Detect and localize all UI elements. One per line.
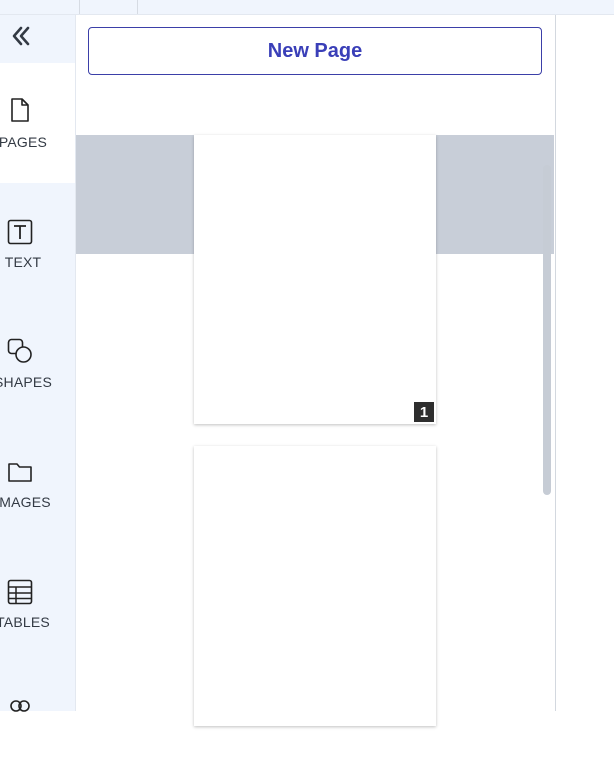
table-icon <box>7 579 33 605</box>
page-thumbnail[interactable] <box>194 446 436 726</box>
sidebar-item-label: PAGES <box>0 134 48 150</box>
sidebar-item-users[interactable] <box>0 663 75 783</box>
panel-scrollbar[interactable] <box>543 165 551 495</box>
collapse-sidebar-button[interactable] <box>8 23 34 49</box>
sidebar-item-label: TABLES <box>0 614 50 630</box>
shapes-icon <box>7 338 32 363</box>
top-toolbar-strip <box>0 0 614 15</box>
page-thumbnail[interactable]: 1 <box>194 135 436 424</box>
sidebar-item-text[interactable]: TEXT <box>0 183 75 303</box>
sidebar-item-shapes[interactable]: SHAPES <box>0 303 75 423</box>
page-number-badge: 1 <box>414 402 434 422</box>
sidebar-item-label: TEXT <box>4 254 42 270</box>
sidebar-item-pages[interactable]: PAGES <box>0 63 75 183</box>
sidebar-item-images[interactable]: IMAGES <box>0 423 75 543</box>
pages-panel: New Page 1 <box>76 15 554 726</box>
new-page-button[interactable]: New Page <box>88 27 542 75</box>
toolbar-divider <box>79 0 80 14</box>
page-icon <box>11 98 29 122</box>
users-icon <box>10 700 30 712</box>
double-chevron-left-icon <box>12 26 30 46</box>
folder-icon <box>8 463 32 482</box>
panel-divider <box>555 15 556 711</box>
left-sidebar: PAGES TEXT SHAPES IMAGES TABLES <box>0 15 76 712</box>
toolbar-divider <box>137 0 138 14</box>
sidebar-item-label: IMAGES <box>0 494 51 510</box>
sidebar-item-tables[interactable]: TABLES <box>0 543 75 663</box>
sidebar-item-label: SHAPES <box>0 374 52 390</box>
text-box-icon <box>7 219 33 245</box>
